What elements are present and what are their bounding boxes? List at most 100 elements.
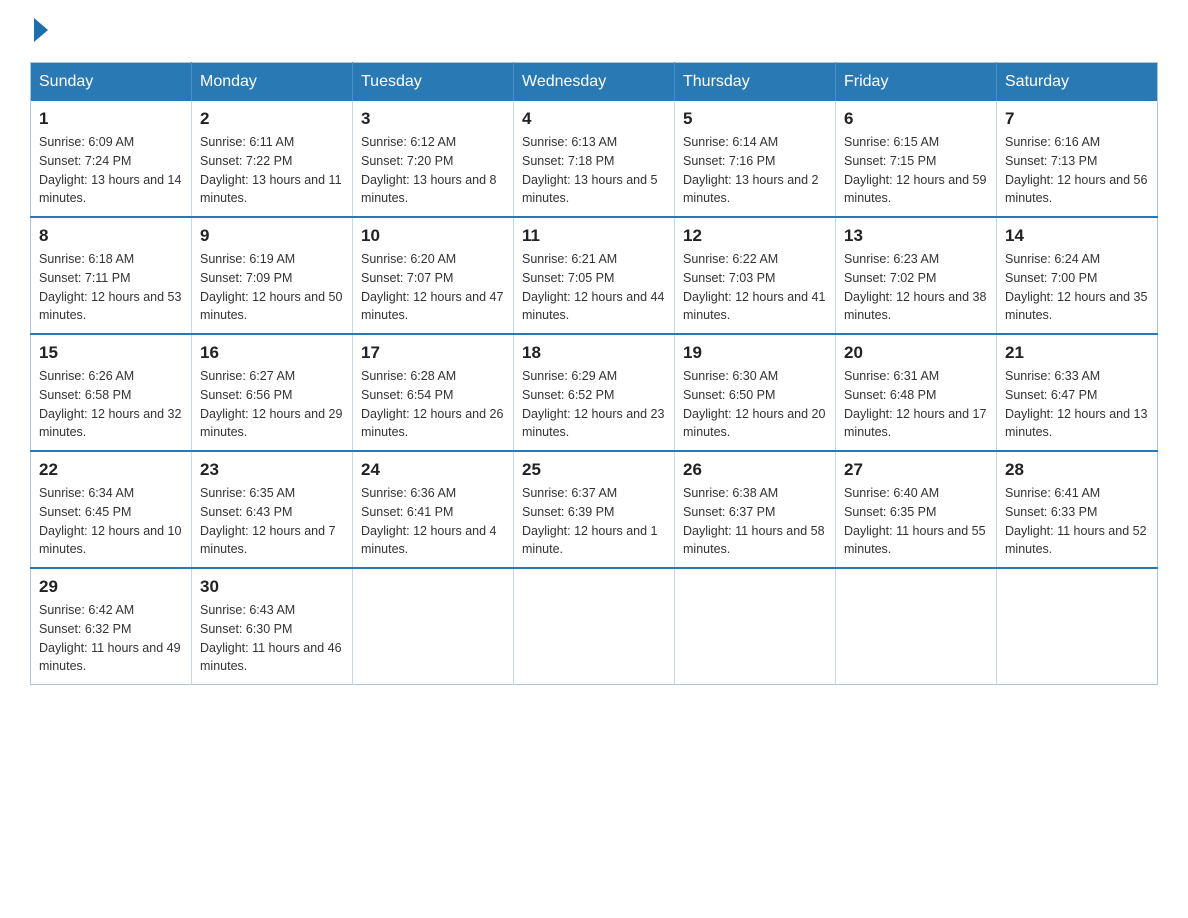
calendar-cell: 26 Sunrise: 6:38 AMSunset: 6:37 PMDayligh…	[675, 451, 836, 568]
calendar-cell	[514, 568, 675, 685]
logo	[30, 20, 50, 44]
day-number: 28	[1005, 460, 1149, 480]
day-info: Sunrise: 6:16 AMSunset: 7:13 PMDaylight:…	[1005, 133, 1149, 208]
day-info: Sunrise: 6:42 AMSunset: 6:32 PMDaylight:…	[39, 601, 183, 676]
day-info: Sunrise: 6:12 AMSunset: 7:20 PMDaylight:…	[361, 133, 505, 208]
day-number: 30	[200, 577, 344, 597]
weekday-header-sunday: Sunday	[31, 63, 192, 102]
calendar-cell: 2 Sunrise: 6:11 AMSunset: 7:22 PMDaylight…	[192, 101, 353, 217]
calendar-cell: 25 Sunrise: 6:37 AMSunset: 6:39 PMDayligh…	[514, 451, 675, 568]
calendar-cell: 11 Sunrise: 6:21 AMSunset: 7:05 PMDayligh…	[514, 217, 675, 334]
calendar-cell: 22 Sunrise: 6:34 AMSunset: 6:45 PMDayligh…	[31, 451, 192, 568]
calendar-cell	[353, 568, 514, 685]
calendar-cell	[675, 568, 836, 685]
calendar-cell	[836, 568, 997, 685]
calendar-cell: 28Sunrise: 6:41 AMSunset: 6:33 PMDayligh…	[997, 451, 1158, 568]
day-info: Sunrise: 6:31 AMSunset: 6:48 PMDaylight:…	[844, 367, 988, 442]
day-info: Sunrise: 6:23 AMSunset: 7:02 PMDaylight:…	[844, 250, 988, 325]
week-row-4: 22 Sunrise: 6:34 AMSunset: 6:45 PMDayligh…	[31, 451, 1158, 568]
day-number: 17	[361, 343, 505, 363]
day-info: Sunrise: 6:26 AMSunset: 6:58 PMDaylight:…	[39, 367, 183, 442]
day-info: Sunrise: 6:35 AMSunset: 6:43 PMDaylight:…	[200, 484, 344, 559]
page-header	[30, 20, 1158, 44]
day-info: Sunrise: 6:28 AMSunset: 6:54 PMDaylight:…	[361, 367, 505, 442]
day-info: Sunrise: 6:38 AMSunset: 6:37 PMDaylight:…	[683, 484, 827, 559]
calendar-cell: 18 Sunrise: 6:29 AMSunset: 6:52 PMDayligh…	[514, 334, 675, 451]
week-row-2: 8Sunrise: 6:18 AMSunset: 7:11 PMDaylight…	[31, 217, 1158, 334]
calendar-cell: 1 Sunrise: 6:09 AMSunset: 7:24 PMDaylight…	[31, 101, 192, 217]
day-number: 8	[39, 226, 183, 246]
day-number: 26	[683, 460, 827, 480]
day-info: Sunrise: 6:22 AMSunset: 7:03 PMDaylight:…	[683, 250, 827, 325]
day-number: 16	[200, 343, 344, 363]
day-info: Sunrise: 6:19 AMSunset: 7:09 PMDaylight:…	[200, 250, 344, 325]
week-row-5: 29 Sunrise: 6:42 AMSunset: 6:32 PMDayligh…	[31, 568, 1158, 685]
calendar-cell: 24 Sunrise: 6:36 AMSunset: 6:41 PMDayligh…	[353, 451, 514, 568]
calendar-cell: 27 Sunrise: 6:40 AMSunset: 6:35 PMDayligh…	[836, 451, 997, 568]
day-info: Sunrise: 6:33 AMSunset: 6:47 PMDaylight:…	[1005, 367, 1149, 442]
calendar-header-row: SundayMondayTuesdayWednesdayThursdayFrid…	[31, 63, 1158, 102]
day-info: Sunrise: 6:43 AMSunset: 6:30 PMDaylight:…	[200, 601, 344, 676]
calendar-cell: 23 Sunrise: 6:35 AMSunset: 6:43 PMDayligh…	[192, 451, 353, 568]
day-info: Sunrise: 6:29 AMSunset: 6:52 PMDaylight:…	[522, 367, 666, 442]
calendar-cell: 10 Sunrise: 6:20 AMSunset: 7:07 PMDayligh…	[353, 217, 514, 334]
calendar-cell: 4Sunrise: 6:13 AMSunset: 7:18 PMDaylight…	[514, 101, 675, 217]
calendar-cell: 17 Sunrise: 6:28 AMSunset: 6:54 PMDayligh…	[353, 334, 514, 451]
day-number: 5	[683, 109, 827, 129]
weekday-header-wednesday: Wednesday	[514, 63, 675, 102]
weekday-header-thursday: Thursday	[675, 63, 836, 102]
day-info: Sunrise: 6:34 AMSunset: 6:45 PMDaylight:…	[39, 484, 183, 559]
day-number: 6	[844, 109, 988, 129]
day-info: Sunrise: 6:09 AMSunset: 7:24 PMDaylight:…	[39, 133, 183, 208]
day-info: Sunrise: 6:11 AMSunset: 7:22 PMDaylight:…	[200, 133, 344, 208]
calendar-cell: 8Sunrise: 6:18 AMSunset: 7:11 PMDaylight…	[31, 217, 192, 334]
calendar-cell: 3 Sunrise: 6:12 AMSunset: 7:20 PMDaylight…	[353, 101, 514, 217]
day-info: Sunrise: 6:36 AMSunset: 6:41 PMDaylight:…	[361, 484, 505, 559]
day-number: 27	[844, 460, 988, 480]
day-number: 21	[1005, 343, 1149, 363]
calendar-cell: 6Sunrise: 6:15 AMSunset: 7:15 PMDaylight…	[836, 101, 997, 217]
calendar-cell: 14 Sunrise: 6:24 AMSunset: 7:00 PMDayligh…	[997, 217, 1158, 334]
logo-triangle-icon	[34, 18, 48, 42]
day-info: Sunrise: 6:13 AMSunset: 7:18 PMDaylight:…	[522, 133, 666, 208]
day-number: 9	[200, 226, 344, 246]
calendar-cell: 15 Sunrise: 6:26 AMSunset: 6:58 PMDayligh…	[31, 334, 192, 451]
day-number: 7	[1005, 109, 1149, 129]
calendar-cell: 12 Sunrise: 6:22 AMSunset: 7:03 PMDayligh…	[675, 217, 836, 334]
week-row-1: 1 Sunrise: 6:09 AMSunset: 7:24 PMDaylight…	[31, 101, 1158, 217]
day-number: 11	[522, 226, 666, 246]
day-number: 29	[39, 577, 183, 597]
calendar-cell	[997, 568, 1158, 685]
day-number: 22	[39, 460, 183, 480]
day-number: 23	[200, 460, 344, 480]
day-info: Sunrise: 6:27 AMSunset: 6:56 PMDaylight:…	[200, 367, 344, 442]
calendar-cell: 20Sunrise: 6:31 AMSunset: 6:48 PMDayligh…	[836, 334, 997, 451]
day-number: 10	[361, 226, 505, 246]
calendar-cell: 5Sunrise: 6:14 AMSunset: 7:16 PMDaylight…	[675, 101, 836, 217]
weekday-header-friday: Friday	[836, 63, 997, 102]
day-number: 12	[683, 226, 827, 246]
calendar-cell: 7 Sunrise: 6:16 AMSunset: 7:13 PMDaylight…	[997, 101, 1158, 217]
day-number: 3	[361, 109, 505, 129]
day-info: Sunrise: 6:37 AMSunset: 6:39 PMDaylight:…	[522, 484, 666, 559]
day-number: 13	[844, 226, 988, 246]
week-row-3: 15 Sunrise: 6:26 AMSunset: 6:58 PMDayligh…	[31, 334, 1158, 451]
day-info: Sunrise: 6:40 AMSunset: 6:35 PMDaylight:…	[844, 484, 988, 559]
weekday-header-tuesday: Tuesday	[353, 63, 514, 102]
day-info: Sunrise: 6:24 AMSunset: 7:00 PMDaylight:…	[1005, 250, 1149, 325]
day-number: 1	[39, 109, 183, 129]
weekday-header-monday: Monday	[192, 63, 353, 102]
day-info: Sunrise: 6:30 AMSunset: 6:50 PMDaylight:…	[683, 367, 827, 442]
day-number: 15	[39, 343, 183, 363]
day-number: 24	[361, 460, 505, 480]
calendar-table: SundayMondayTuesdayWednesdayThursdayFrid…	[30, 62, 1158, 685]
day-number: 2	[200, 109, 344, 129]
day-info: Sunrise: 6:20 AMSunset: 7:07 PMDaylight:…	[361, 250, 505, 325]
calendar-cell: 19Sunrise: 6:30 AMSunset: 6:50 PMDayligh…	[675, 334, 836, 451]
day-number: 25	[522, 460, 666, 480]
weekday-header-saturday: Saturday	[997, 63, 1158, 102]
day-number: 14	[1005, 226, 1149, 246]
day-info: Sunrise: 6:21 AMSunset: 7:05 PMDaylight:…	[522, 250, 666, 325]
day-number: 18	[522, 343, 666, 363]
calendar-cell: 30 Sunrise: 6:43 AMSunset: 6:30 PMDayligh…	[192, 568, 353, 685]
